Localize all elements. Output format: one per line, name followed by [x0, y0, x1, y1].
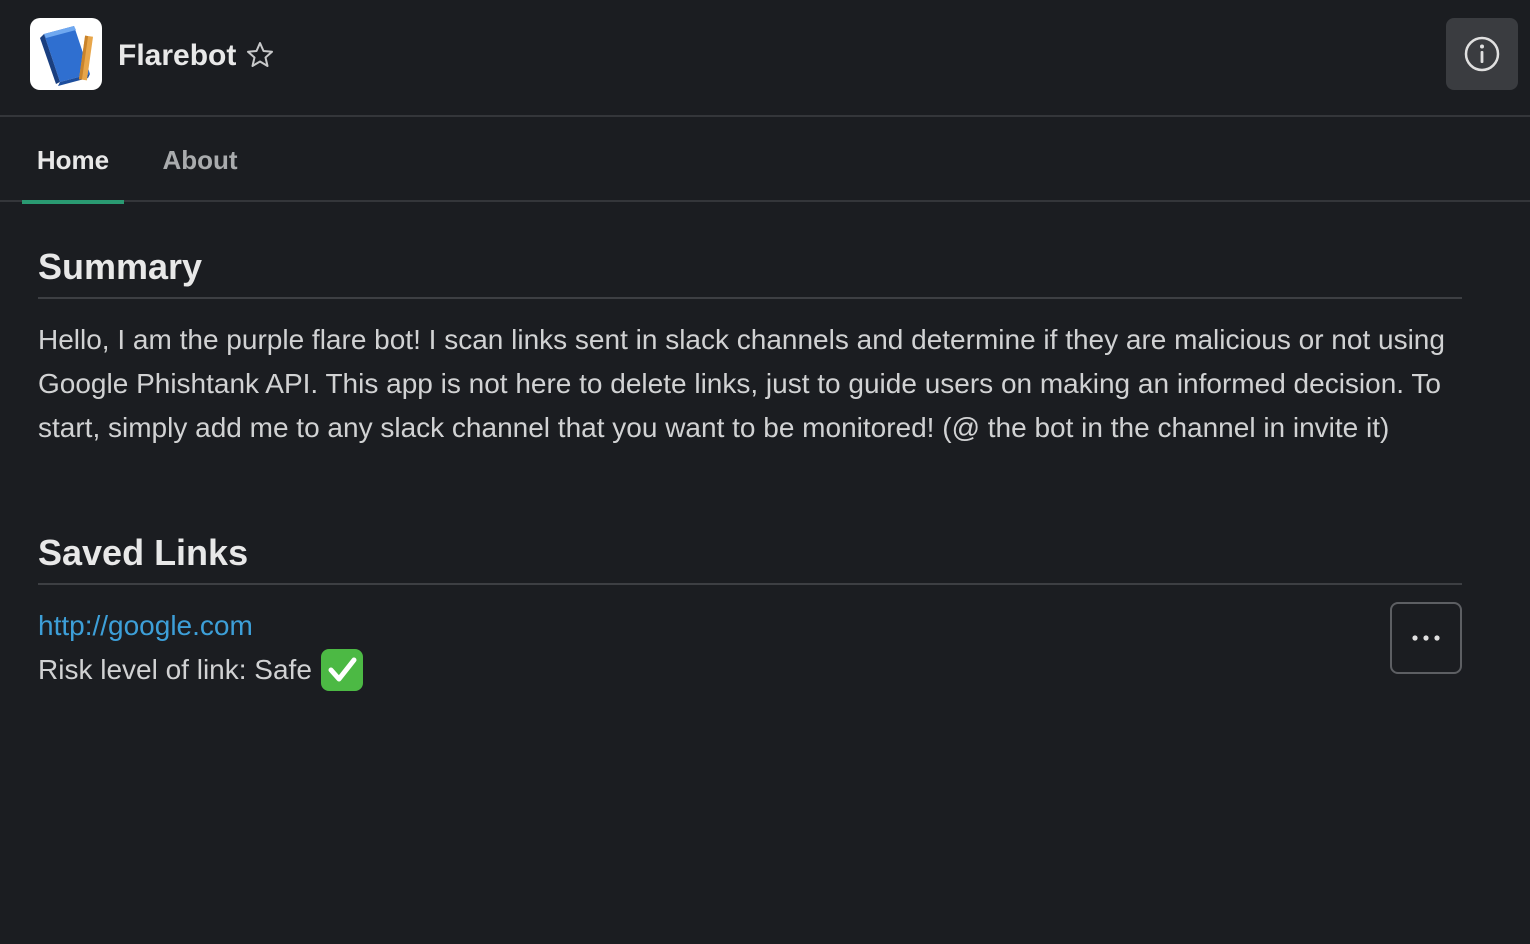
more-actions-button[interactable] — [1390, 602, 1462, 674]
risk-level-text: Risk level of link: Safe — [38, 654, 312, 685]
summary-heading: Summary — [38, 246, 203, 287]
summary-text: Hello, I am the purple flare bot! I scan… — [38, 324, 1445, 443]
saved-link-url[interactable]: http://google.com — [38, 604, 253, 648]
star-icon[interactable] — [246, 40, 274, 70]
info-icon — [1464, 36, 1500, 72]
info-button[interactable] — [1446, 18, 1518, 90]
book-icon — [30, 18, 102, 90]
app-title: Flarebot — [118, 39, 237, 72]
risk-level-line: Risk level of link: Safe — [38, 648, 364, 692]
tab-about[interactable]: About — [148, 119, 252, 202]
saved-links-divider — [38, 583, 1462, 585]
more-icon — [1412, 635, 1440, 641]
tab-home[interactable]: Home — [22, 119, 124, 204]
check-mark-icon — [320, 648, 364, 692]
app-header: Flarebot — [0, 0, 1530, 117]
summary-divider — [38, 297, 1462, 299]
saved-links-heading: Saved Links — [38, 532, 249, 573]
tab-bar: Home About — [0, 119, 1530, 204]
